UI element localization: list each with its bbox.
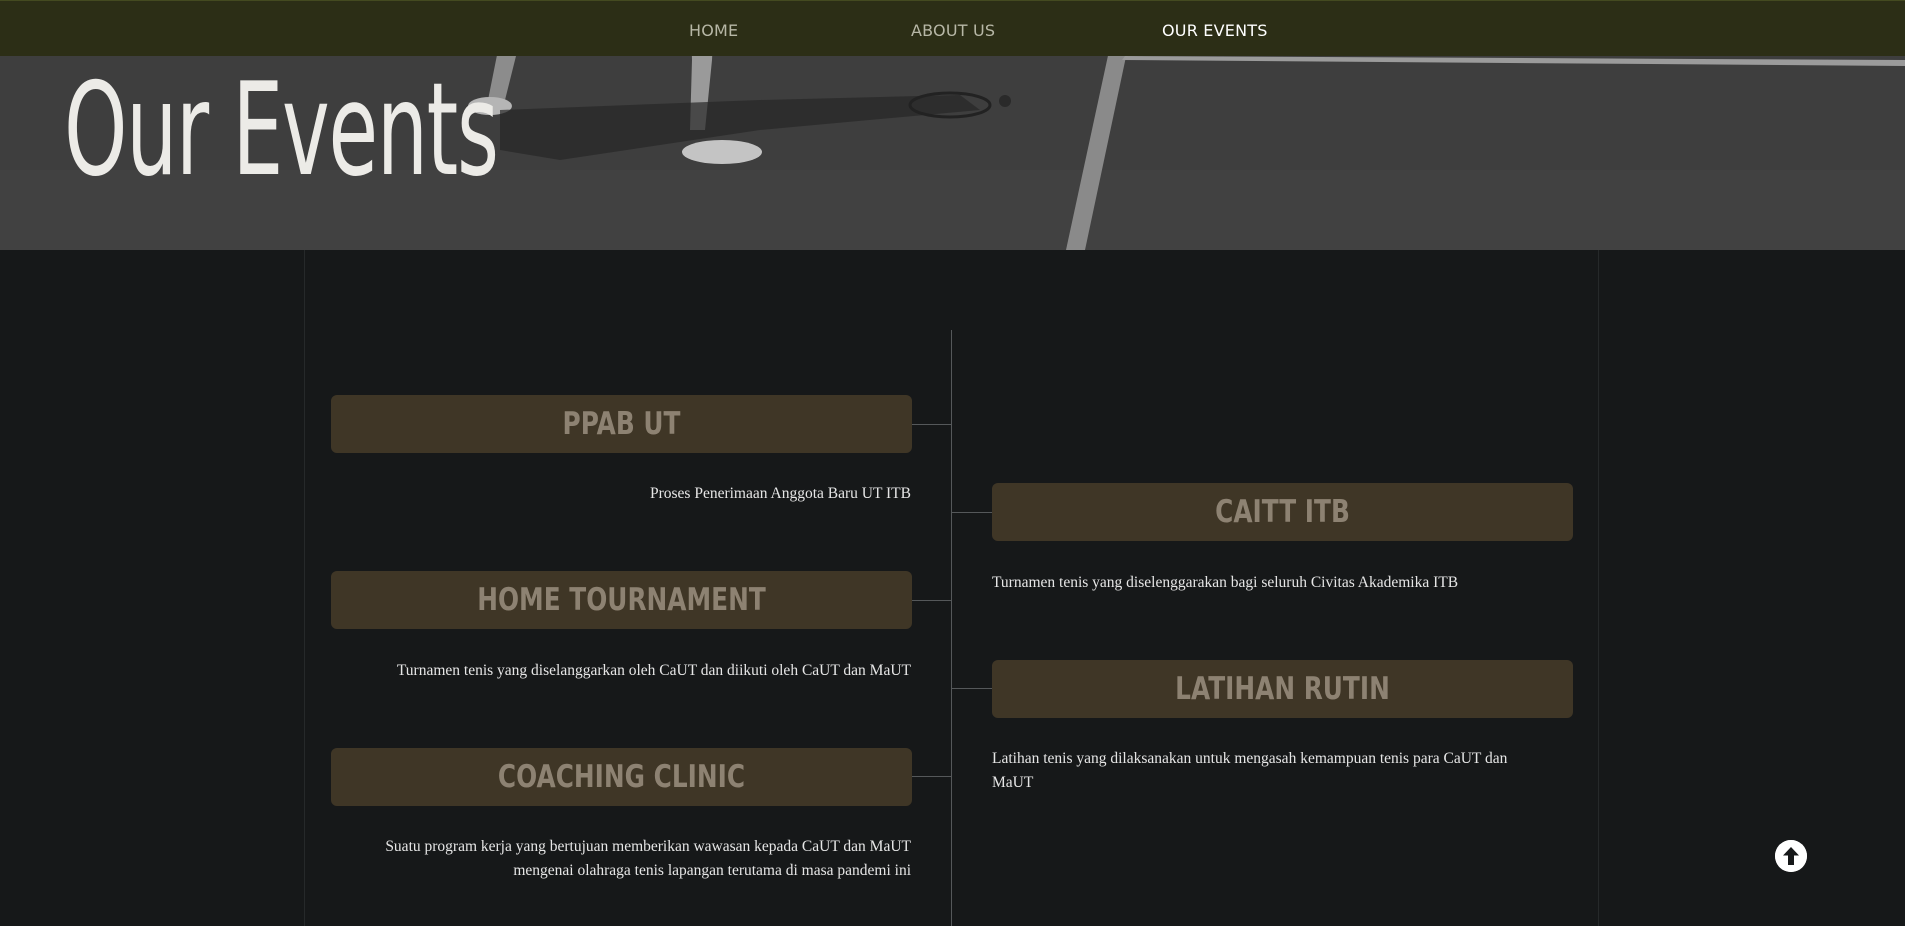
event-card-coaching-clinic[interactable]: COACHING CLINIC	[331, 748, 912, 806]
event-title: CAITT ITB	[1215, 494, 1350, 530]
event-description: Proses Penerimaan Anggota Baru UT ITB	[649, 485, 911, 502]
hero-banner: HOME ABOUT US OUR EVENTS Our Events	[0, 0, 1905, 250]
event-title: LATIHAN RUTIN	[1175, 671, 1390, 707]
timeline-connector	[912, 776, 952, 777]
timeline-connector	[952, 512, 992, 513]
event-card-caitt-itb[interactable]: CAITT ITB	[992, 483, 1573, 541]
event-description: Latihan tenis yang dilaksanakan untuk me…	[992, 750, 1508, 791]
event-title: HOME TOURNAMENT	[477, 582, 766, 618]
page-title: Our Events	[64, 56, 499, 205]
event-title: PPAB UT	[562, 406, 681, 442]
event-title: COACHING CLINIC	[497, 759, 746, 795]
nav-our-events[interactable]: OUR EVENTS	[1162, 21, 1268, 40]
timeline-connector	[952, 688, 992, 689]
event-description: Turnamen tenis yang diselenggarakan bagi…	[992, 574, 1459, 591]
top-navbar: HOME ABOUT US OUR EVENTS	[0, 0, 1905, 56]
event-card-latihan-rutin[interactable]: LATIHAN RUTIN	[992, 660, 1573, 718]
event-description: Turnamen tenis yang diselanggarkan oleh …	[396, 662, 911, 679]
nav-about-us[interactable]: ABOUT US	[911, 21, 995, 40]
event-description: Suatu program kerja yang bertujuan membe…	[385, 838, 911, 879]
back-to-top-button[interactable]	[1775, 840, 1807, 872]
timeline-connector	[912, 424, 952, 425]
timeline-connector	[912, 600, 952, 601]
timeline-spine	[951, 330, 952, 926]
nav-home[interactable]: HOME	[689, 21, 738, 40]
event-card-home-tournament[interactable]: HOME TOURNAMENT	[331, 571, 912, 629]
event-card-ppab-ut[interactable]: PPAB UT	[331, 395, 912, 453]
arrow-up-circle-icon	[1775, 840, 1807, 872]
